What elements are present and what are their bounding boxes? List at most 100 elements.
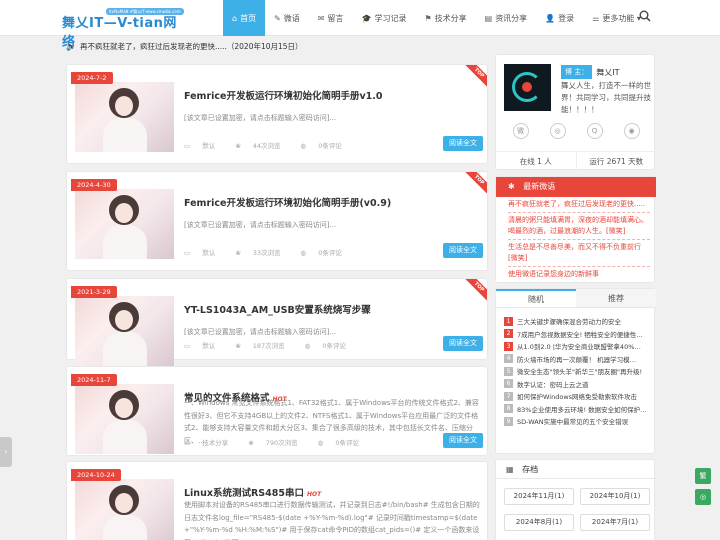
article-thumbnail[interactable] xyxy=(75,479,174,540)
article-title[interactable]: Linux系统测试RS485串口 HOT xyxy=(184,485,321,499)
latest-weibo-panel: ✱ 最新微语 再不疯狂就老了，疯狂过后发现老的更快..... 清晨的粥只能填满胃，… xyxy=(495,176,656,283)
weibo-icon: ✎ xyxy=(274,13,281,23)
article-title-text[interactable]: Femrice开发板运行环境初始化简明手册(v0.9) xyxy=(184,198,391,209)
traditional-toggle-button[interactable]: 繁 xyxy=(695,468,711,484)
main-nav: ⌂ 首页 ✎ 微语 ✉ 留言 🎓 学习记录 ⚑ 技术分享 ▤ 资讯分享 👤 登录 ⚌ 更多功能 ▾ xyxy=(223,0,650,36)
top-badge: TOP xyxy=(465,279,487,301)
article-thumbnail[interactable] xyxy=(75,82,174,152)
article-comments: ◍ 0条评论 xyxy=(301,247,352,257)
nav-item-weibo[interactable]: ✎ 微语 xyxy=(265,0,309,36)
notice-bar: 🔈 再不疯狂就老了，疯狂过后发现老的更快.....（2020年10月15日） xyxy=(66,39,486,53)
weibo-item[interactable]: 再不疯狂就老了，疯狂过后发现老的更快..... xyxy=(508,199,650,210)
nav-item-label: 更多功能 ▾ xyxy=(602,13,641,23)
article-category: ▭ 默认 xyxy=(184,140,225,150)
notice-text[interactable]: 再不疯狂就老了，疯狂过后发现老的更快.....（2020年10月15日） xyxy=(80,41,303,52)
rank-number: 3 xyxy=(504,341,513,351)
random-article-title[interactable]: 数字认证：密码上云之道 xyxy=(517,379,589,389)
folder-icon: ▭ xyxy=(184,439,193,447)
read-more-button[interactable]: 阅读全文 xyxy=(443,336,483,351)
nav-item-user[interactable]: 👤 登录 xyxy=(536,0,583,36)
message-icon: ✉ xyxy=(317,13,325,23)
article-comments: ◍ 0条评论 xyxy=(301,140,352,150)
rank-number: 5 xyxy=(504,366,513,376)
article-comments-text: 0条评论 xyxy=(318,142,342,150)
tab-random[interactable]: 随机 xyxy=(496,289,576,307)
chrome-social-icon[interactable]: ◉ xyxy=(623,123,640,139)
archive-month-link[interactable]: 2024年10月(1) xyxy=(580,488,650,505)
read-more-button[interactable]: 阅读全文 xyxy=(443,433,483,448)
news-icon: ▤ xyxy=(484,13,493,23)
wechat-float-icon[interactable]: ◎ xyxy=(695,489,711,505)
weibo-header: ✱ 最新微语 xyxy=(496,177,656,197)
folder-icon: ▭ xyxy=(184,342,193,350)
article-title-text[interactable]: YT-LS1043A_AM_USB安置系统烧写步骤 xyxy=(184,305,371,316)
left-drawer-toggle[interactable]: › xyxy=(0,437,12,467)
article-card: 2021-3-29 TOP YT-LS1043A_AM_USB安置系统烧写步骤 [该文… xyxy=(66,278,488,366)
nav-item-tech[interactable]: ⚑ 技术分享 xyxy=(415,0,475,36)
nav-item-home[interactable]: ⌂ 首页 xyxy=(223,0,266,36)
top-badge-label: TOP xyxy=(465,65,487,87)
rank-number: 2 xyxy=(504,329,513,339)
tab-recommend[interactable]: 推荐 xyxy=(576,289,656,307)
article-views: ❀ 187次浏览 xyxy=(235,340,294,350)
search-icon[interactable] xyxy=(639,10,651,22)
site-logo[interactable]: 舞乂IT—V-tian网络 ItoNaMaN #舞乂IT-www.cmwbk.c… xyxy=(62,8,184,50)
random-article-title[interactable]: 防火墙市场的再一次颠覆！ 机器学习模… xyxy=(517,354,636,364)
read-more-button[interactable]: 阅读全文 xyxy=(443,136,483,151)
comment-icon: ◍ xyxy=(304,342,313,350)
random-article-title[interactable]: 7成用户忽视数据安全! 牺牲安全的便捷性… xyxy=(517,329,643,339)
random-article-title[interactable]: 从1.0到2.0 |华为安全商业联盟警拿40%… xyxy=(517,341,641,351)
article-views-text: 33次浏览 xyxy=(252,249,281,257)
calendar-icon: ▦ xyxy=(506,465,514,474)
random-article-item[interactable]: 5 微安全生态"领头羊"新华三"朋友圈"再升级! xyxy=(504,365,652,378)
article-thumbnail[interactable] xyxy=(75,384,174,454)
social-links: 微 ◎ Q ◉ xyxy=(496,123,656,139)
random-article-item[interactable]: 6 数字认证：密码上云之道 xyxy=(504,378,652,391)
comment-icon: ◍ xyxy=(317,439,326,447)
folder-icon: ▭ xyxy=(184,249,193,257)
nav-item-label: 资讯分享 xyxy=(495,13,528,23)
random-article-title[interactable]: 三大关键步骤确保混合劳动力的安全 xyxy=(517,316,621,326)
random-article-title[interactable]: 83%企业使用多云环境! 数据安全如何保护… xyxy=(517,404,647,414)
home-icon: ⌂ xyxy=(232,13,238,23)
article-excerpt: [该文章已设置加密，请点击标题输入密码访问]... xyxy=(184,221,337,229)
article-comments-text: 0条评论 xyxy=(322,342,347,350)
random-article-item[interactable]: 1 三大关键步骤确保混合劳动力的安全 xyxy=(504,315,652,328)
article-views-text: 187次浏览 xyxy=(252,342,285,350)
article-title-text[interactable]: Femrice开发板运行环境初始化简明手册v1.0 xyxy=(184,91,383,102)
random-article-item[interactable]: 9 SD-WAN实施中最常见的五个安全错误 xyxy=(504,415,652,428)
article-title[interactable]: YT-LS1043A_AM_USB安置系统烧写步骤 xyxy=(184,302,371,316)
random-article-title[interactable]: 如何保护Windows网络免受勒索软件攻击 xyxy=(517,391,637,401)
article-excerpt: 使用脚本对设备的RS485串口进行数据传输测试，并记录到日志#!/bin/bas… xyxy=(184,501,480,540)
article-title-text[interactable]: Linux系统测试RS485串口 xyxy=(184,488,304,499)
weibo-item[interactable]: 使用微语记录您身边的新鲜事 xyxy=(508,266,650,280)
article-thumbnail[interactable] xyxy=(75,296,174,366)
random-article-item[interactable]: 3 从1.0到2.0 |华为安全商业联盟警拿40%… xyxy=(504,340,652,353)
weibo-item[interactable]: 清晨的粥只能填满胃，深夜的酒却能填满心。喝最烈的酒，过最浪潮的人生。[微笑] xyxy=(508,212,650,237)
top-badge-label: TOP xyxy=(465,172,487,194)
archive-month-link[interactable]: 2024年11月(1) xyxy=(504,488,574,505)
read-more-button[interactable]: 阅读全文 xyxy=(443,243,483,258)
weibo-item[interactable]: 生活总是不尽善尽美，而又不得不负重前行[微笑] xyxy=(508,239,650,264)
nav-item-news[interactable]: ▤ 资讯分享 xyxy=(476,0,537,36)
archive-month-link[interactable]: 2024年7月(1) xyxy=(580,514,650,531)
random-article-item[interactable]: 8 83%企业使用多云环境! 数据安全如何保护… xyxy=(504,403,652,416)
random-article-title[interactable]: SD-WAN实施中最常见的五个安全错误 xyxy=(517,416,628,426)
logo-tagline: ItoNaMaN #舞乂IT-www.cmwbk.com xyxy=(106,8,184,15)
qq-social-icon[interactable]: Q xyxy=(586,123,603,139)
article-title[interactable]: Femrice开发板运行环境初始化简明手册v1.0 xyxy=(184,88,383,102)
article-meta: ▭ 技术分享 ❀ 790次浏览 ◍ 0条评论 xyxy=(184,437,379,447)
random-article-title[interactable]: 微安全生态"领头羊"新华三"朋友圈"再升级! xyxy=(517,366,642,376)
nav-item-message[interactable]: ✉ 留言 xyxy=(309,0,353,36)
wechat-social-icon[interactable]: ◎ xyxy=(549,123,566,139)
random-article-item[interactable]: 2 7成用户忽视数据安全! 牺牲安全的便捷性… xyxy=(504,328,652,341)
article-title[interactable]: Femrice开发板运行环境初始化简明手册(v0.9) xyxy=(184,195,391,209)
article-thumbnail[interactable] xyxy=(75,189,174,259)
random-article-item[interactable]: 4 防火墙市场的再一次颠覆！ 机器学习模… xyxy=(504,353,652,366)
nav-item-study[interactable]: 🎓 学习记录 xyxy=(352,0,415,36)
site-stats: 在线 1 人 运行 2671 天数 xyxy=(496,151,656,171)
random-article-item[interactable]: 7 如何保护Windows网络免受勒索软件攻击 xyxy=(504,390,652,403)
archive-month-link[interactable]: 2024年8月(1) xyxy=(504,514,574,531)
weibo-social-icon[interactable]: 微 xyxy=(512,123,529,139)
weibo-list: 再不疯狂就老了，疯狂过后发现老的更快..... 清晨的粥只能填满胃，深夜的酒却能填… xyxy=(508,199,650,282)
